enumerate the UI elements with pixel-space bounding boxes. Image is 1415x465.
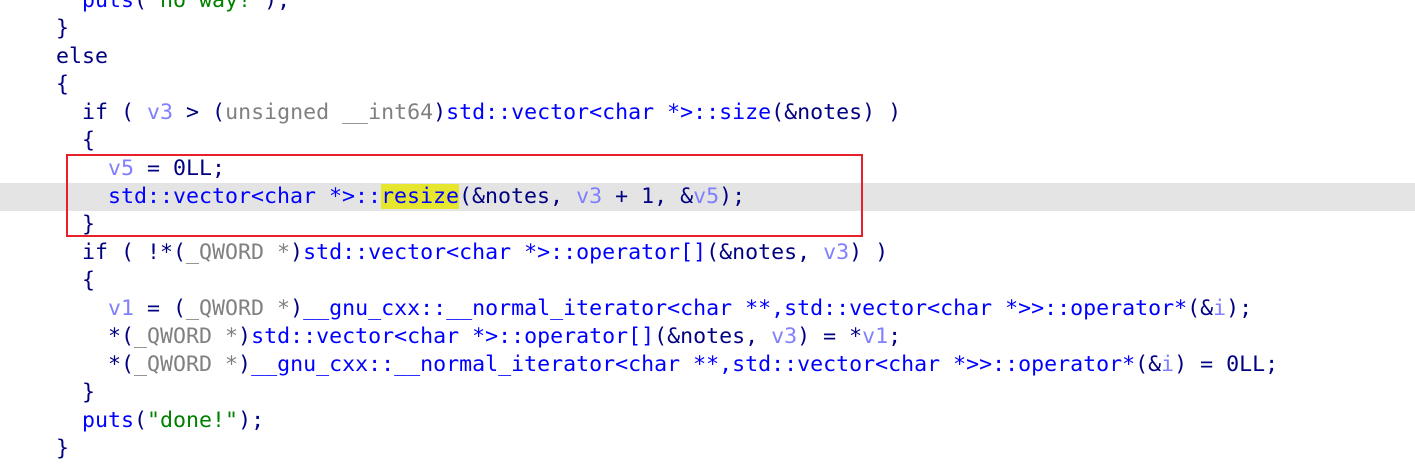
code-token: _QWORD * <box>134 352 239 377</box>
code-token: if ( !*( <box>82 240 187 265</box>
code-token: else <box>56 44 109 69</box>
code-token: ) ) <box>849 240 889 265</box>
code-token: ; <box>888 324 902 349</box>
code-token: ); <box>264 0 291 13</box>
code-token: ( <box>134 408 148 433</box>
code-line[interactable]: puts("no way!"); <box>0 0 1415 15</box>
code-token: ( <box>134 0 148 13</box>
variable-name[interactable]: v3 <box>147 100 173 125</box>
code-token: unsigned __int64 <box>225 100 434 125</box>
code-token: { <box>82 128 96 153</box>
code-token: } <box>82 380 96 405</box>
code-token: (& <box>1187 296 1214 321</box>
code-line[interactable]: } <box>0 379 1415 407</box>
code-line[interactable]: else <box>0 43 1415 71</box>
code-line[interactable]: *(_QWORD *)__gnu_cxx::__normal_iterator<… <box>0 351 1415 379</box>
code-token: (&notes) ) <box>771 100 902 125</box>
variable-name[interactable]: v1 <box>108 296 134 321</box>
code-token: *( <box>108 352 135 377</box>
code-token: "done!" <box>147 408 239 433</box>
code-line[interactable]: if ( v3 > (unsigned __int64)std::vector<… <box>0 99 1415 127</box>
function-name[interactable]: __gnu_cxx::__normal_iterator<char **,std… <box>303 296 1187 321</box>
variable-name[interactable]: i <box>1161 352 1174 377</box>
code-line[interactable]: if ( !*(_QWORD *)std::vector<char *>::op… <box>0 239 1415 267</box>
variable-name[interactable]: i <box>1213 296 1226 321</box>
code-line[interactable]: { <box>0 267 1415 295</box>
variable-name[interactable]: v3 <box>771 324 797 349</box>
code-line[interactable]: { <box>0 127 1415 155</box>
code-token: ) <box>290 296 304 321</box>
function-name[interactable]: std::vector<char *>::size <box>446 100 771 125</box>
code-line[interactable]: puts("done!"); <box>0 407 1415 435</box>
code-line[interactable]: v1 = (_QWORD *)__gnu_cxx::__normal_itera… <box>0 295 1415 323</box>
code-token: (&notes, <box>706 240 824 265</box>
code-token: ) <box>238 324 252 349</box>
code-token: *( <box>108 324 135 349</box>
code-token: ) <box>238 352 252 377</box>
code-token: (&notes, <box>654 324 772 349</box>
code-line[interactable]: } <box>0 15 1415 43</box>
function-name[interactable]: puts <box>82 0 134 13</box>
code-token: { <box>82 268 96 293</box>
code-token: _QWORD * <box>134 324 239 349</box>
code-token: { <box>56 72 70 97</box>
code-line[interactable]: { <box>0 71 1415 99</box>
variable-name[interactable]: v3 <box>823 240 849 265</box>
code-token: _QWORD * <box>186 296 291 321</box>
function-name[interactable]: std::vector<char *>::operator[] <box>251 324 654 349</box>
code-token: _QWORD * <box>186 240 291 265</box>
function-name[interactable]: puts <box>82 408 134 433</box>
code-token: ) = 0LL; <box>1174 352 1279 377</box>
code-token: if ( <box>82 100 148 125</box>
code-token: ); <box>238 408 265 433</box>
code-token: "no way!" <box>147 0 265 13</box>
code-token: } <box>56 436 70 461</box>
code-line[interactable]: *(_QWORD *)std::vector<char *>::operator… <box>0 323 1415 351</box>
code-token: } <box>56 16 70 41</box>
function-name[interactable]: std::vector<char *>::operator[] <box>303 240 706 265</box>
code-token: (& <box>1135 352 1162 377</box>
variable-name[interactable]: v1 <box>862 324 888 349</box>
code-token: = ( <box>134 296 187 321</box>
function-name[interactable]: __gnu_cxx::__normal_iterator<char **,std… <box>251 352 1135 377</box>
code-token: ) <box>290 240 304 265</box>
code-token: ) <box>433 100 447 125</box>
code-token: ); <box>1226 296 1253 321</box>
code-line[interactable]: } <box>0 435 1415 463</box>
code-token: > ( <box>173 100 226 125</box>
code-token: ) = * <box>797 324 863 349</box>
annotation-highlight-box <box>66 154 863 237</box>
